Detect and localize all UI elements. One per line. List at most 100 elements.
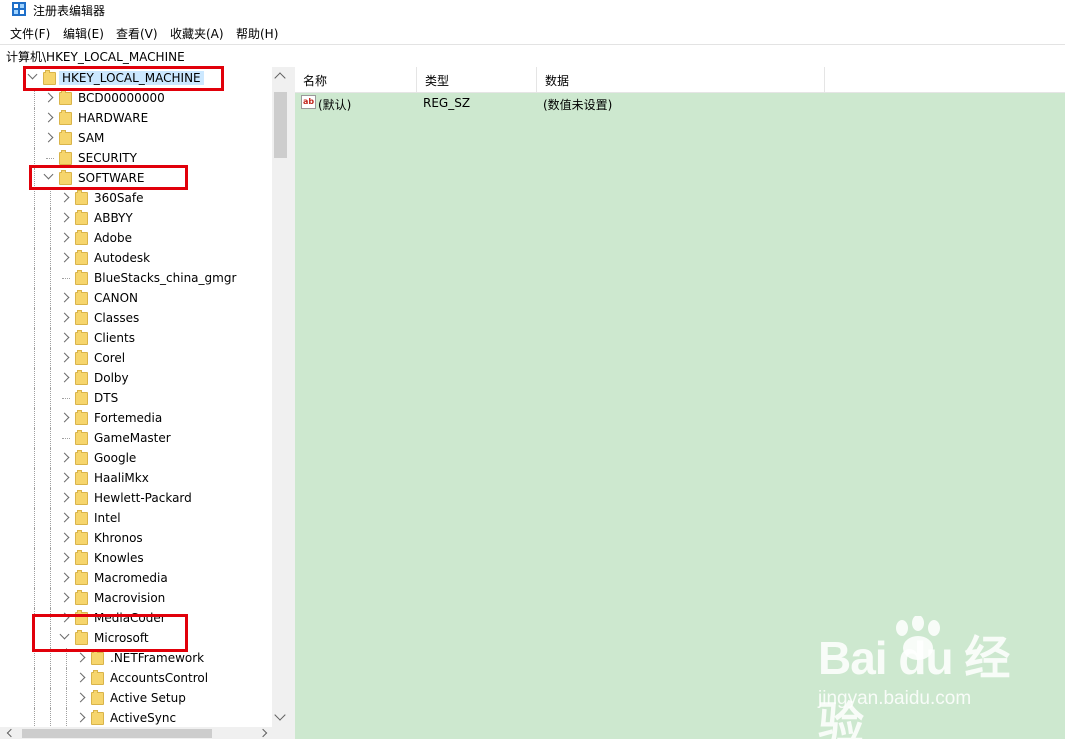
chevron-right-icon[interactable]	[59, 472, 70, 483]
chevron-right-icon[interactable]	[59, 572, 70, 583]
column-type-label: 类型	[425, 74, 450, 88]
chevron-right-icon[interactable]	[75, 692, 86, 703]
tree-guide-line	[34, 88, 35, 108]
value-row[interactable]: ab (默认) REG_SZ (数值未设置)	[295, 93, 1065, 113]
menu-file[interactable]: 文件(F)	[10, 25, 50, 42]
chevron-right-icon[interactable]	[59, 532, 70, 543]
tree-node-label: 360Safe	[94, 191, 144, 205]
tree-node-macrovision[interactable]: Macrovision	[0, 588, 272, 608]
menu-favorites[interactable]: 收藏夹(A)	[170, 25, 224, 42]
tree-node-label: Classes	[94, 311, 140, 325]
scroll-down-icon[interactable]	[274, 709, 286, 721]
tree-node-bcd00000000[interactable]: BCD00000000	[0, 88, 272, 108]
tree-node-label: Macrovision	[94, 591, 166, 605]
menu-help[interactable]: 帮助(H)	[236, 25, 278, 42]
tree-node-dts[interactable]: DTS	[0, 388, 272, 408]
chevron-right-icon[interactable]	[59, 212, 70, 223]
folder-icon	[75, 190, 88, 205]
tree-node-canon[interactable]: CANON	[0, 288, 272, 308]
address-path[interactable]: 计算机\HKEY_LOCAL_MACHINE	[6, 48, 185, 65]
menu-view[interactable]: 查看(V)	[116, 25, 158, 42]
scroll-right-icon[interactable]	[258, 728, 268, 738]
chevron-right-icon[interactable]	[59, 592, 70, 603]
column-data-label: 数据	[545, 74, 570, 88]
tree-guide-line	[50, 228, 51, 248]
tree-guide-line	[50, 708, 51, 728]
chevron-right-icon[interactable]	[59, 492, 70, 503]
tree-node-macromedia[interactable]: Macromedia	[0, 568, 272, 588]
tree-guide-line	[34, 108, 35, 128]
address-bar[interactable]: 计算机\HKEY_LOCAL_MACHINE	[0, 44, 1065, 68]
chevron-right-icon[interactable]	[43, 92, 54, 103]
scroll-up-icon[interactable]	[274, 72, 286, 84]
chevron-right-icon[interactable]	[59, 512, 70, 523]
column-type[interactable]: 类型	[417, 67, 537, 92]
tree-node-google[interactable]: Google	[0, 448, 272, 468]
tree-vertical-scrollbar[interactable]	[272, 67, 289, 727]
tree-node-dolby[interactable]: Dolby	[0, 368, 272, 388]
hscroll-thumb[interactable]	[22, 729, 212, 738]
string-value-icon: ab	[301, 95, 316, 109]
folder-icon	[75, 350, 88, 365]
chevron-right-icon[interactable]	[75, 652, 86, 663]
tree-node-autodesk[interactable]: Autodesk	[0, 248, 272, 268]
chevron-right-icon[interactable]	[59, 312, 70, 323]
tree-node-classes[interactable]: Classes	[0, 308, 272, 328]
menu-edit[interactable]: 编辑(E)	[63, 25, 104, 42]
tree-node-khronos[interactable]: Khronos	[0, 528, 272, 548]
tree-node-label: Hewlett-Packard	[94, 491, 192, 505]
tree-node-corel[interactable]: Corel	[0, 348, 272, 368]
tree-guide-line	[34, 328, 35, 348]
tree-node-gamemaster[interactable]: GameMaster	[0, 428, 272, 448]
column-data[interactable]: 数据	[537, 67, 825, 92]
tree-node-haalimkx[interactable]: HaaliMkx	[0, 468, 272, 488]
tree-guide-line	[50, 568, 51, 588]
tree-node-hardware[interactable]: HARDWARE	[0, 108, 272, 128]
scroll-thumb[interactable]	[274, 92, 287, 158]
tree-node-intel[interactable]: Intel	[0, 508, 272, 528]
tree-node-hewlett-packard[interactable]: Hewlett-Packard	[0, 488, 272, 508]
tree-guide-line	[50, 348, 51, 368]
tree-node-adobe[interactable]: Adobe	[0, 228, 272, 248]
chevron-right-icon[interactable]	[59, 412, 70, 423]
folder-icon	[75, 210, 88, 225]
tree-node-360safe[interactable]: 360Safe	[0, 188, 272, 208]
chevron-right-icon[interactable]	[59, 452, 70, 463]
tree-guide-line	[50, 328, 51, 348]
chevron-right-icon[interactable]	[59, 252, 70, 263]
tree-node-accountscontrol[interactable]: AccountsControl	[0, 668, 272, 688]
chevron-right-icon[interactable]	[59, 232, 70, 243]
folder-icon	[91, 670, 104, 685]
column-name[interactable]: 名称	[295, 67, 417, 92]
tree-guide-line	[34, 448, 35, 468]
chevron-right-icon[interactable]	[59, 352, 70, 363]
tree-node-label: SECURITY	[78, 151, 137, 165]
chevron-right-icon[interactable]	[75, 672, 86, 683]
chevron-right-icon[interactable]	[43, 132, 54, 143]
tree-node-bluestacks-china-gmgr[interactable]: BlueStacks_china_gmgr	[0, 268, 272, 288]
scroll-left-icon[interactable]	[6, 728, 16, 738]
chevron-right-icon[interactable]	[59, 372, 70, 383]
tree-node-abbyy[interactable]: ABBYY	[0, 208, 272, 228]
tree-node-activesync[interactable]: ActiveSync	[0, 708, 272, 728]
highlight-box-microsoft	[32, 614, 188, 652]
tree-node-fortemedia[interactable]: Fortemedia	[0, 408, 272, 428]
watermark-url: jingyan.baidu.com	[818, 688, 972, 709]
tree-node-label: .NETFramework	[110, 651, 205, 665]
tree-node-knowles[interactable]: Knowles	[0, 548, 272, 568]
chevron-right-icon[interactable]	[59, 192, 70, 203]
chevron-right-icon[interactable]	[75, 712, 86, 723]
tree-node-label: Khronos	[94, 531, 143, 545]
chevron-right-icon[interactable]	[43, 112, 54, 123]
tree-guide-line	[34, 308, 35, 328]
tree-guide-line	[34, 388, 35, 408]
tree-node-active-setup[interactable]: Active Setup	[0, 688, 272, 708]
tree-node-clients[interactable]: Clients	[0, 328, 272, 348]
chevron-right-icon[interactable]	[59, 332, 70, 343]
tree-guide-line	[34, 708, 35, 728]
chevron-right-icon[interactable]	[59, 292, 70, 303]
tree-node-sam[interactable]: SAM	[0, 128, 272, 148]
tree-horizontal-scrollbar[interactable]	[0, 727, 289, 739]
chevron-right-icon[interactable]	[59, 552, 70, 563]
tree-node-label: SAM	[78, 131, 105, 145]
